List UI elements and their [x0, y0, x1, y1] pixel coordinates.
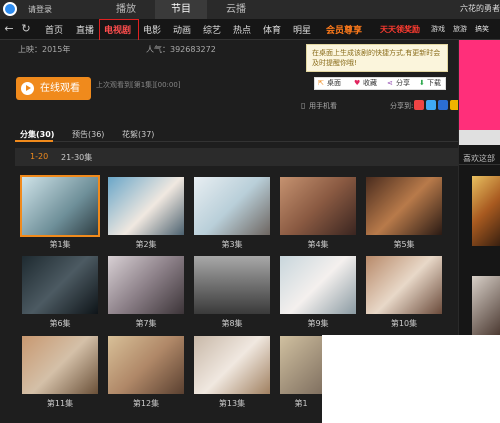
blank-overlay: [322, 335, 500, 423]
watch-online-label: 在线观看: [40, 83, 80, 94]
episode-label: 第12集: [132, 399, 160, 408]
recommend-divider: [459, 164, 500, 165]
tab-episodes[interactable]: 分集(30): [20, 129, 54, 140]
recommend-thumbnail[interactable]: [472, 276, 500, 336]
category-nav: ← ↻ 首页 直播 电视剧 电影 动画 综艺 热点 体育 明星 会员尊享 天天领…: [0, 19, 500, 40]
tab-trailers[interactable]: 预告(36): [72, 129, 104, 140]
tab-divider: [15, 141, 458, 142]
recommend-title: 喜欢这部: [463, 154, 495, 163]
download-button[interactable]: 下载: [427, 78, 441, 89]
nav-movie[interactable]: 电影: [143, 23, 161, 36]
episode-thumbnail: [366, 256, 442, 314]
episode-label: 第11集: [46, 399, 74, 408]
download-icon: ⬇: [419, 79, 425, 87]
nav-funny[interactable]: 搞笑: [475, 24, 489, 34]
nav-vip[interactable]: 会员尊享: [326, 23, 362, 36]
episode-label: 第10集: [390, 319, 418, 328]
refresh-icon[interactable]: ↻: [19, 22, 33, 36]
renren-icon[interactable]: [438, 100, 448, 110]
episode-thumbnail: [108, 336, 184, 394]
action-bar: ⇱ 桌面 ♥ 收藏 ⋖ 分享 ⬇ 下载: [314, 77, 446, 90]
login-link[interactable]: 请登录: [28, 4, 52, 15]
episode-label: 第9集: [307, 319, 329, 328]
episode-label: 第1集: [49, 240, 71, 249]
share-to-label: 分享到:: [390, 102, 414, 110]
episode-label: 第5集: [393, 240, 415, 249]
episode-thumbnail: [366, 177, 442, 235]
shortcut-tooltip: 在桌面上生成该剧的快捷方式,有更新时会及时提醒你哦!: [306, 44, 448, 72]
share-button[interactable]: 分享: [396, 78, 410, 89]
nav-hot[interactable]: 热点: [233, 23, 251, 36]
app-logo-icon: [3, 2, 17, 16]
tab-play[interactable]: 播放: [100, 0, 152, 19]
episode-label: 第6集: [49, 319, 71, 328]
nav-game[interactable]: 游戏: [431, 24, 445, 34]
episode-thumbnail: [280, 177, 356, 235]
recommend-thumbnail[interactable]: [472, 176, 500, 246]
range-1-20[interactable]: 1-20: [30, 152, 48, 161]
last-watched[interactable]: 上次观看到[第1集][00:00]: [96, 80, 181, 90]
episode-label: 第1: [294, 399, 308, 408]
back-icon[interactable]: ←: [2, 22, 16, 36]
nav-stars[interactable]: 明星: [293, 23, 311, 36]
tab-cloud[interactable]: 云播: [210, 0, 262, 19]
desktop-button[interactable]: 桌面: [327, 78, 341, 89]
episode-thumbnail: [108, 177, 184, 235]
nav-home[interactable]: 首页: [45, 23, 63, 36]
ad-image: [459, 40, 500, 130]
episode-thumbnail: [280, 256, 356, 314]
tab-extras[interactable]: 花絮(37): [122, 129, 154, 140]
desktop-icon: ⇱: [318, 79, 324, 87]
nav-live[interactable]: 直播: [76, 23, 94, 36]
weibo-icon[interactable]: [414, 100, 424, 110]
nav-travel[interactable]: 旅游: [453, 24, 467, 34]
play-icon: [21, 82, 34, 95]
episode-thumbnail: [22, 336, 98, 394]
episode-label: 第2集: [135, 240, 157, 249]
ad-banner[interactable]: [459, 40, 500, 145]
episode-label: 第13集: [218, 399, 246, 408]
episode-label: 第4集: [307, 240, 329, 249]
now-playing-title: 六花的勇者: [460, 4, 500, 13]
popularity: 人气：392683272: [146, 45, 216, 54]
episode-thumbnail: [22, 256, 98, 314]
episode-label: 第3集: [221, 240, 243, 249]
episode-thumbnail: [194, 177, 270, 235]
title-bar: 请登录 播放 节目 云播 六花的勇者: [0, 0, 500, 19]
episode-label: 第7集: [135, 319, 157, 328]
favorite-button[interactable]: 收藏: [363, 78, 377, 89]
watch-on-phone[interactable]: 用手机看: [309, 101, 337, 111]
heart-icon: ♥: [354, 79, 361, 87]
qzone-icon[interactable]: [426, 100, 436, 110]
nav-sports[interactable]: 体育: [263, 23, 281, 36]
tab-program[interactable]: 节目: [155, 0, 207, 19]
episode-thumbnail: [280, 336, 322, 394]
phone-icon: ▯: [301, 101, 306, 110]
active-tab-indicator: [15, 140, 53, 142]
episode-thumbnail: [194, 336, 270, 394]
release-year: 上映：2015年: [18, 45, 71, 54]
episode-thumbnail: [194, 256, 270, 314]
episode-thumbnail: [108, 256, 184, 314]
nav-anime[interactable]: 动画: [173, 23, 191, 36]
highlight-box: [99, 19, 139, 42]
range-21-30[interactable]: 21-30集: [61, 152, 92, 163]
episode-label: 第8集: [221, 319, 243, 328]
episode-thumbnail: [20, 175, 100, 237]
share-icon: ⋖: [387, 79, 393, 87]
nav-variety[interactable]: 综艺: [203, 23, 221, 36]
watch-online-button[interactable]: 在线观看: [16, 77, 91, 100]
nav-promo[interactable]: 天天领奖励: [380, 24, 420, 35]
